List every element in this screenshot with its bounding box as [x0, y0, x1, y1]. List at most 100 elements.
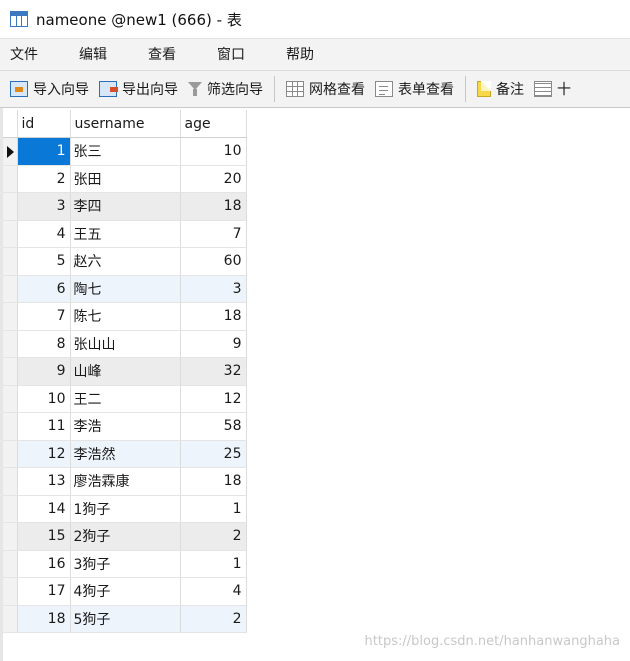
cell-id[interactable]: 3 [17, 192, 71, 221]
row-indicator[interactable] [3, 247, 18, 276]
cell-username[interactable]: 张三 [70, 137, 181, 166]
column-header-age[interactable]: age [180, 110, 247, 138]
cell-id[interactable]: 17 [17, 577, 71, 606]
cell-username[interactable]: 张田 [70, 165, 181, 193]
menu-file[interactable]: 文件 [0, 39, 48, 71]
table-row[interactable]: 18 5狗子 2 [3, 605, 247, 633]
cell-username[interactable]: 陈七 [70, 302, 181, 331]
hex-button[interactable]: 十 [530, 74, 575, 104]
cell-id[interactable]: 14 [17, 495, 71, 523]
cell-username[interactable]: 赵六 [70, 247, 181, 276]
row-indicator[interactable] [3, 440, 18, 468]
table-row[interactable]: 9 山峰 32 [3, 357, 247, 386]
form-view-button[interactable]: 表单查看 [371, 74, 458, 104]
cell-id[interactable]: 18 [17, 605, 71, 633]
cell-username[interactable]: 廖浩霖康 [70, 467, 181, 496]
cell-age[interactable]: 18 [180, 192, 247, 221]
row-indicator[interactable] [3, 385, 18, 413]
cell-age[interactable]: 2 [180, 605, 247, 633]
cell-username[interactable]: 山峰 [70, 357, 181, 386]
column-header-id[interactable]: id [17, 110, 71, 138]
cell-age[interactable]: 60 [180, 247, 247, 276]
cell-id[interactable]: 11 [17, 412, 71, 441]
filter-wizard-button[interactable]: 筛选向导 [184, 74, 267, 104]
row-indicator[interactable] [3, 165, 18, 193]
row-indicator[interactable] [3, 302, 18, 331]
cell-age[interactable]: 1 [180, 495, 247, 523]
table-row[interactable]: 7 陈七 18 [3, 302, 247, 331]
cell-id[interactable]: 12 [17, 440, 71, 468]
table-row[interactable]: 12 李浩然 25 [3, 440, 247, 468]
export-wizard-button[interactable]: 导出向导 [95, 74, 182, 104]
row-indicator[interactable] [3, 467, 18, 496]
row-indicator[interactable] [3, 550, 18, 578]
table-row[interactable]: 14 1狗子 1 [3, 495, 247, 523]
menu-view[interactable]: 查看 [138, 39, 186, 71]
cell-age[interactable]: 18 [180, 302, 247, 331]
cell-id[interactable]: 5 [17, 247, 71, 276]
row-indicator[interactable] [3, 605, 18, 633]
row-indicator[interactable] [3, 330, 18, 358]
row-indicator[interactable] [3, 137, 18, 166]
cell-id[interactable]: 2 [17, 165, 71, 193]
table-row[interactable]: 16 3狗子 1 [3, 550, 247, 578]
table-row[interactable]: 11 李浩 58 [3, 412, 247, 441]
table-row[interactable]: 10 王二 12 [3, 385, 247, 413]
cell-id[interactable]: 16 [17, 550, 71, 578]
cell-age[interactable]: 7 [180, 220, 247, 248]
cell-age[interactable]: 1 [180, 550, 247, 578]
cell-age[interactable]: 2 [180, 522, 247, 551]
table-row[interactable]: 15 2狗子 2 [3, 522, 247, 551]
cell-username[interactable]: 1狗子 [70, 495, 181, 523]
table-row[interactable]: 8 张山山 9 [3, 330, 247, 358]
table-row[interactable]: 1 张三 10 [3, 137, 247, 166]
row-indicator[interactable] [3, 192, 18, 221]
import-wizard-button[interactable]: 导入向导 [6, 74, 93, 104]
menu-help[interactable]: 帮助 [276, 39, 324, 71]
cell-username[interactable]: 3狗子 [70, 550, 181, 578]
note-button[interactable]: 备注 [473, 74, 528, 104]
cell-username[interactable]: 李四 [70, 192, 181, 221]
cell-username[interactable]: 王二 [70, 385, 181, 413]
cell-age[interactable]: 32 [180, 357, 247, 386]
cell-username[interactable]: 王五 [70, 220, 181, 248]
cell-age[interactable]: 18 [180, 467, 247, 496]
grid-view-button[interactable]: 网格查看 [282, 74, 369, 104]
row-indicator[interactable] [3, 495, 18, 523]
cell-age[interactable]: 10 [180, 137, 247, 166]
cell-age[interactable]: 58 [180, 412, 247, 441]
cell-username[interactable]: 4狗子 [70, 577, 181, 606]
cell-username[interactable]: 2狗子 [70, 522, 181, 551]
menu-edit[interactable]: 编辑 [69, 39, 117, 71]
cell-age[interactable]: 12 [180, 385, 247, 413]
cell-id[interactable]: 8 [17, 330, 71, 358]
cell-username[interactable]: 李浩然 [70, 440, 181, 468]
cell-username[interactable]: 5狗子 [70, 605, 181, 633]
table-row[interactable]: 4 王五 7 [3, 220, 247, 248]
row-indicator[interactable] [3, 412, 18, 441]
cell-username[interactable]: 李浩 [70, 412, 181, 441]
cell-id[interactable]: 1 [17, 137, 71, 166]
cell-age[interactable]: 3 [180, 275, 247, 303]
cell-id[interactable]: 7 [17, 302, 71, 331]
column-header-username[interactable]: username [70, 110, 181, 138]
cell-id[interactable]: 4 [17, 220, 71, 248]
cell-age[interactable]: 25 [180, 440, 247, 468]
cell-id[interactable]: 9 [17, 357, 71, 386]
table-row[interactable]: 6 陶七 3 [3, 275, 247, 303]
row-indicator[interactable] [3, 357, 18, 386]
row-indicator[interactable] [3, 220, 18, 248]
cell-id[interactable]: 13 [17, 467, 71, 496]
row-indicator[interactable] [3, 275, 18, 303]
table-row[interactable]: 17 4狗子 4 [3, 577, 247, 606]
table-row[interactable]: 13 廖浩霖康 18 [3, 467, 247, 496]
table-row[interactable]: 3 李四 18 [3, 192, 247, 221]
cell-username[interactable]: 陶七 [70, 275, 181, 303]
cell-id[interactable]: 6 [17, 275, 71, 303]
menu-window[interactable]: 窗口 [207, 39, 255, 71]
cell-id[interactable]: 15 [17, 522, 71, 551]
cell-age[interactable]: 20 [180, 165, 247, 193]
table-row[interactable]: 5 赵六 60 [3, 247, 247, 276]
row-indicator[interactable] [3, 522, 18, 551]
cell-age[interactable]: 4 [180, 577, 247, 606]
